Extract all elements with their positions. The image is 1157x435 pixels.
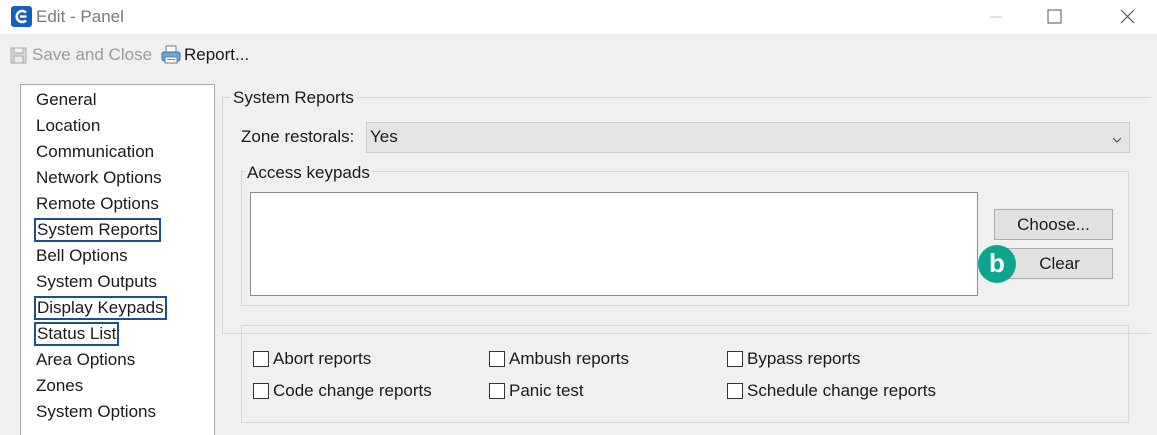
save-icon [8, 44, 30, 66]
checkbox-label: Bypass reports [747, 349, 861, 368]
sidebar-item-system-outputs[interactable]: System Outputs [34, 270, 159, 294]
report-label: Report... [184, 45, 250, 64]
save-and-close-label: Save and Close [32, 45, 153, 64]
sidebar-item-display-keypads[interactable]: Display Keypads [34, 296, 167, 320]
zone-restorals-select[interactable]: Yes [366, 122, 1130, 153]
checkbox-label: Abort reports [273, 349, 372, 368]
printer-icon [160, 44, 182, 66]
sidebar-nav: General Location Communication Network O… [20, 84, 215, 435]
sidebar-item-remote-options[interactable]: Remote Options [34, 192, 161, 216]
access-keypads-list[interactable] [250, 192, 978, 296]
bypass-reports-checkbox[interactable]: Bypass reports [727, 349, 860, 369]
checkbox-box[interactable] [253, 383, 269, 399]
maximize-icon[interactable] [1034, 4, 1074, 30]
sidebar-item-location[interactable]: Location [34, 114, 102, 138]
sidebar-item-network-options[interactable]: Network Options [34, 166, 164, 190]
checkbox-label: Panic test [509, 381, 584, 400]
clear-label: Clear [1039, 254, 1080, 273]
checkbox-label: Schedule change reports [747, 381, 937, 400]
checkbox-box[interactable] [727, 351, 743, 367]
sidebar-item-bell-options[interactable]: Bell Options [34, 244, 130, 268]
checkbox-box[interactable] [489, 383, 505, 399]
group-title: System Reports [230, 88, 357, 108]
abort-reports-checkbox[interactable]: Abort reports [253, 349, 371, 369]
chevron-down-icon [1111, 131, 1123, 151]
sidebar-item-area-options[interactable]: Area Options [34, 348, 137, 372]
toolbar: Save and Close Report... [0, 34, 1157, 74]
save-and-close-button[interactable]: Save and Close [8, 43, 152, 67]
checkbox-box[interactable] [727, 383, 743, 399]
sidebar-item-zones[interactable]: Zones [34, 374, 85, 398]
sidebar-item-status-list[interactable]: Status List [34, 322, 120, 346]
minimize-icon[interactable] [976, 4, 1016, 30]
close-icon[interactable] [1108, 4, 1148, 30]
access-keypads-label: Access keypads [245, 163, 372, 183]
callout-marker-b: b [978, 245, 1016, 283]
panic-test-checkbox[interactable]: Panic test [489, 381, 584, 401]
sidebar-item-system-options[interactable]: System Options [34, 400, 158, 424]
sidebar-item-system-reports[interactable]: System Reports [34, 218, 161, 242]
schedule-change-reports-checkbox[interactable]: Schedule change reports [727, 381, 936, 401]
app-logo-icon [11, 6, 32, 27]
zone-restorals-value: Yes [370, 127, 398, 146]
choose-button[interactable]: Choose... [994, 209, 1113, 240]
checkbox-label: Ambush reports [509, 349, 629, 368]
code-change-reports-checkbox[interactable]: Code change reports [253, 381, 432, 401]
report-options-group [241, 325, 1129, 423]
zone-restorals-label: Zone restorals: [241, 127, 355, 146]
window-title: Edit - Panel [36, 7, 124, 26]
sidebar-item-communication[interactable]: Communication [34, 140, 156, 164]
checkbox-label: Code change reports [273, 381, 432, 400]
checkbox-box[interactable] [489, 351, 505, 367]
checkbox-box[interactable] [253, 351, 269, 367]
report-button[interactable]: Report... [160, 43, 249, 67]
ambush-reports-checkbox[interactable]: Ambush reports [489, 349, 629, 369]
title-bar: Edit - Panel [0, 0, 1157, 34]
sidebar-item-general[interactable]: General [34, 88, 98, 112]
